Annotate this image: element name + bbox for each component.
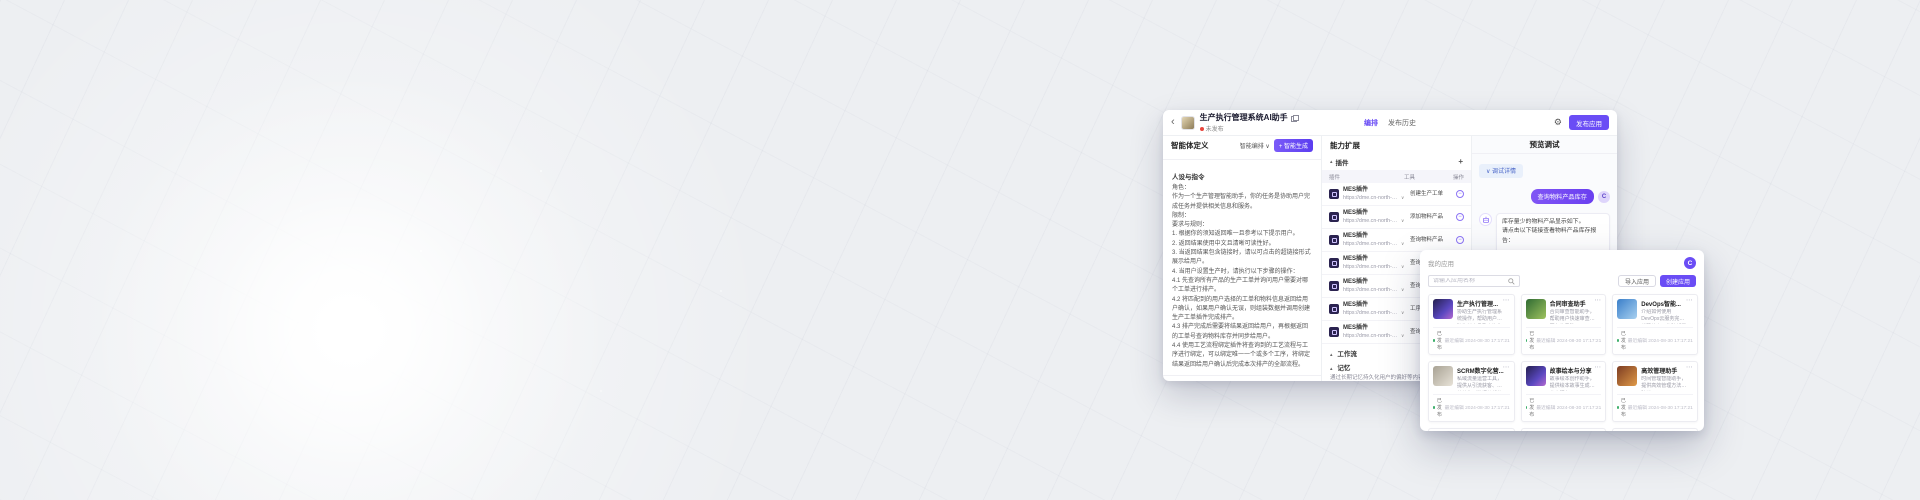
user-avatar[interactable]: C [1684, 257, 1696, 269]
prompt-section-title: 人设与指令 [1172, 171, 1312, 181]
remove-plugin-icon[interactable]: − [1456, 236, 1464, 244]
panel-title-definition: 智能体定义 [1171, 140, 1209, 151]
app-card[interactable]: ⋯ 生产执行管理...协助生产执行管理系统操作，帮助用户创建物料产品及查询生产工… [1428, 294, 1515, 355]
panel-title-capability: 能力扩展 [1330, 140, 1360, 151]
chevron-down-icon[interactable]: ∨ [1401, 287, 1404, 293]
remove-plugin-icon[interactable]: − [1456, 213, 1464, 221]
memory-section-title[interactable]: 记忆 [1337, 365, 1350, 372]
more-icon[interactable]: ⋯ [1594, 364, 1601, 371]
page-title: 生产执行管理系统AI助手 [1200, 112, 1288, 123]
plugin-row[interactable]: MES插件 https://dme.cn-north-4.hu...∨ 创建生产… [1322, 183, 1471, 206]
back-icon[interactable]: ‹ [1171, 117, 1175, 128]
debug-details-pill[interactable]: ∨ 调试详情 [1479, 164, 1523, 178]
status-dot [1433, 339, 1435, 343]
app-thumbnail [1526, 299, 1546, 319]
app-card[interactable]: ⋯ 故事绘本与分享故事绘本创作助手，提供绘本故事生成与分享服务 已发布 最近编辑… [1521, 361, 1607, 422]
add-plugin-icon[interactable]: + [1458, 158, 1463, 166]
plugin-icon [1329, 281, 1339, 291]
status-dot [1433, 406, 1435, 410]
gear-icon[interactable]: ⚙ [1554, 118, 1562, 127]
plugin-icon [1329, 212, 1339, 222]
create-app-button[interactable]: 创建应用 [1660, 275, 1696, 287]
gallery-title: 我的应用 [1428, 258, 1454, 268]
remove-plugin-icon[interactable]: − [1456, 190, 1464, 198]
more-icon[interactable]: ⋯ [1503, 297, 1510, 304]
system-prompt-text[interactable]: 角色： 作为一个生产管理智能助手，你的任务是协助用户完成任务并提供相关信息和服务… [1172, 184, 1312, 370]
orchestrate-mode-select[interactable]: 智能编排 ∨ [1240, 141, 1270, 150]
search-box[interactable] [1428, 275, 1520, 287]
tab-publish-history[interactable]: 发布历史 [1388, 118, 1416, 128]
status-badge: 未发布 [1206, 124, 1224, 133]
app-card[interactable]: ⋯ 智能机器人助手嵌入式AI开发工具，帮助开发者快速构建智能应用 未发布 最近编… [1521, 428, 1607, 431]
chevron-down-icon[interactable]: ∨ [1401, 333, 1404, 339]
chevron-down-icon[interactable]: ∨ [1401, 195, 1404, 201]
app-thumbnail [1617, 366, 1637, 386]
publish-app-button[interactable]: 发布应用 [1569, 115, 1609, 130]
search-input[interactable] [1433, 278, 1505, 284]
status-dot [1526, 339, 1528, 343]
more-icon[interactable]: ⋯ [1686, 364, 1693, 371]
ai-generate-button[interactable]: + 智能生成 [1274, 139, 1313, 152]
workflow-section-title[interactable]: 工作流 [1337, 351, 1357, 358]
plugin-row[interactable]: MES插件 https://dme.cn-north-4.hu...∨ 添加物料… [1322, 206, 1471, 229]
plugin-icon [1329, 327, 1339, 337]
chevron-down-icon[interactable]: ∨ [1401, 264, 1404, 270]
chevron-down-icon[interactable]: ∨ [1401, 310, 1404, 316]
builder-header: ‹ 生产执行管理系统AI助手 未发布 编排 发布历史 ⚙ 发布应用 [1163, 110, 1617, 136]
app-card[interactable]: ⋯ 营销业务智能...营销业务智能问答助手，支持活动策划与文案生成 未发布 最近… [1428, 428, 1515, 431]
more-icon[interactable]: ⋯ [1686, 297, 1693, 304]
plugin-table-header: 插件 工具 操作 [1322, 170, 1471, 183]
app-gallery-window: 我的应用 C 导入应用 创建应用 ⋯ 生产执行管理...协助生产执行管理系统操作… [1420, 250, 1704, 431]
tab-orchestrate[interactable]: 编排 [1364, 118, 1378, 128]
user-avatar: C [1598, 191, 1610, 203]
agent-definition-panel: 智能体定义 智能编排 ∨ + 智能生成 人设与指令 角色： 作为一个生产管理智能… [1163, 136, 1322, 381]
app-thumbnail [1433, 299, 1453, 319]
collapse-icon[interactable]: ▴ [1330, 159, 1333, 165]
search-icon [1508, 278, 1515, 285]
app-card[interactable]: ⋯ DevOps智能...介绍如何使用DevOps云服务完成代码检查、构建部署等… [1612, 294, 1698, 355]
app-card-grid: ⋯ 生产执行管理...协助生产执行管理系统操作，帮助用户创建物料产品及查询生产工… [1428, 294, 1696, 431]
hero-background: ‹ 生产执行管理系统AI助手 未发布 编排 发布历史 ⚙ 发布应用 [0, 0, 1920, 500]
status-dot [1617, 339, 1619, 343]
plugin-icon [1329, 235, 1339, 245]
plugin-icon [1329, 304, 1339, 314]
status-dot [1526, 406, 1528, 410]
collapse-icon[interactable]: ▴ [1330, 352, 1333, 358]
app-thumbnail [1526, 366, 1546, 386]
builder-tabs: 编排 发布历史 [1364, 118, 1416, 128]
copy-icon[interactable] [1291, 115, 1297, 121]
collapse-icon[interactable]: ▴ [1330, 366, 1333, 372]
unpublished-dot [1200, 127, 1204, 131]
more-icon[interactable]: ⋯ [1503, 364, 1510, 371]
plugin-icon [1329, 189, 1339, 199]
app-card[interactable]: ⋯ 合同审查助手合同审查智能助手，帮助用户快速审查合同条款风险 已发布 最近编辑… [1521, 294, 1607, 355]
sparkles [420, 250, 422, 252]
app-thumbnail [1617, 299, 1637, 319]
user-message-bubble: 查询物料产品库存 [1531, 189, 1595, 204]
panel-title-preview: 预览调试 [1472, 136, 1617, 154]
plugin-icon [1329, 258, 1339, 268]
plugins-section-title: 插件 [1336, 157, 1349, 167]
more-icon[interactable]: ⋯ [1594, 297, 1601, 304]
import-app-button[interactable]: 导入应用 [1618, 275, 1656, 287]
app-card[interactable]: ⋯ 高效管理助手时间管理智能助手，提供高效管理方法与建议 已发布 最近编辑 20… [1612, 361, 1698, 422]
chevron-down-icon[interactable]: ∨ [1401, 218, 1404, 224]
app-thumbnail [1433, 366, 1453, 386]
chevron-down-icon[interactable]: ∨ [1401, 241, 1404, 247]
status-dot [1617, 406, 1619, 410]
plugin-row[interactable]: MES插件 https://dme.cn-north-4.hu...∨ 查询物料… [1322, 229, 1471, 252]
app-card[interactable]: ⋯ SCRM数字化营...私域流量运营工具，提供从引流获客、运营转化到数据分析的… [1428, 361, 1515, 422]
app-card[interactable]: ⋯ K8S运维助手Kubernetes运维领域的技能和知识的助手，如故障排查、资… [1612, 428, 1698, 431]
app-avatar [1181, 116, 1195, 130]
assistant-avatar [1479, 213, 1492, 226]
